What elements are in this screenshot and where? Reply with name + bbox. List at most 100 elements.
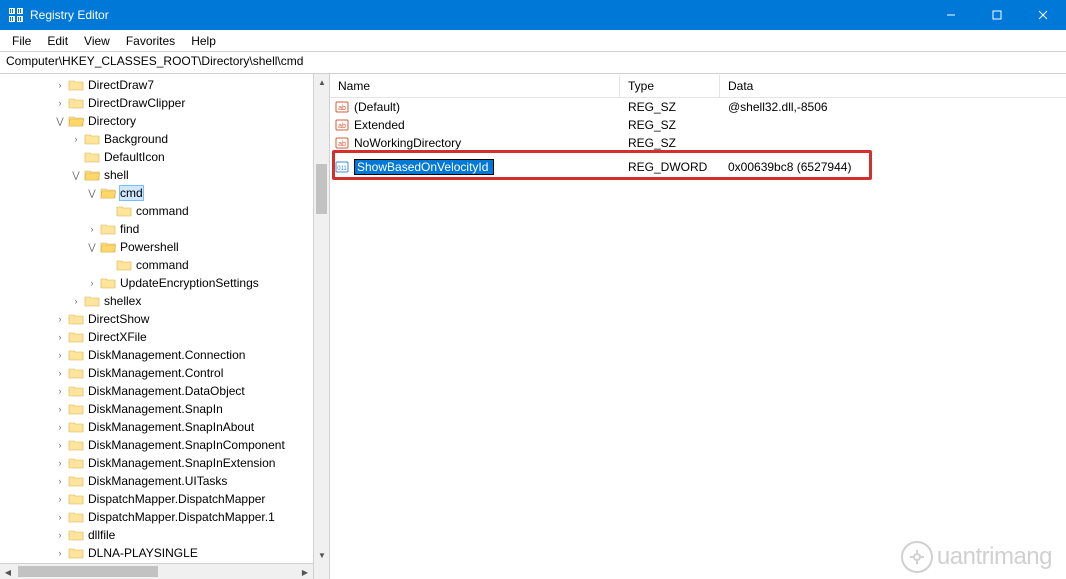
value-name-edit[interactable] xyxy=(354,159,494,175)
menu-help[interactable]: Help xyxy=(183,32,224,50)
tree-item[interactable]: › DispatchMapper.DispatchMapper.1 xyxy=(0,508,329,526)
tree-item[interactable]: › DirectXFile xyxy=(0,328,329,346)
tree-item[interactable]: ⋁ cmd xyxy=(0,184,329,202)
tree-item[interactable]: › DiskManagement.Control xyxy=(0,364,329,382)
chevron-right-icon[interactable]: › xyxy=(54,422,66,432)
tree-item[interactable]: › UpdateEncryptionSettings xyxy=(0,274,329,292)
tree-item[interactable]: DefaultIcon xyxy=(0,148,329,166)
tree-item[interactable]: ⋁ Directory xyxy=(0,112,329,130)
scroll-up-button[interactable]: ▲ xyxy=(314,74,330,90)
folder-icon xyxy=(100,240,116,254)
value-row[interactable]: ab NoWorkingDirectoryREG_SZ xyxy=(330,134,1066,152)
tree-scrollbar[interactable]: ▲ ▼ xyxy=(313,74,329,579)
column-name[interactable]: Name xyxy=(330,75,620,97)
tree-item[interactable]: › DLNA-PLAYSINGLE xyxy=(0,544,329,562)
titlebar: Registry Editor xyxy=(0,0,1066,30)
folder-icon xyxy=(68,474,84,488)
tree-item[interactable]: command xyxy=(0,202,329,220)
tree-item[interactable]: › DiskManagement.SnapInComponent xyxy=(0,436,329,454)
chevron-right-icon[interactable]: › xyxy=(54,80,66,90)
maximize-button[interactable] xyxy=(974,0,1020,30)
scroll-right-button[interactable]: ▶ xyxy=(297,564,313,579)
tree-item[interactable]: › shellex xyxy=(0,292,329,310)
string-icon: ab xyxy=(334,135,350,151)
chevron-right-icon[interactable]: › xyxy=(70,134,82,144)
app-icon xyxy=(8,7,24,23)
close-button[interactable] xyxy=(1020,0,1066,30)
chevron-right-icon[interactable]: › xyxy=(54,476,66,486)
tree-item[interactable]: ⋁ Powershell xyxy=(0,238,329,256)
tree-item[interactable]: › DiskManagement.SnapIn xyxy=(0,400,329,418)
chevron-right-icon[interactable]: › xyxy=(54,314,66,324)
folder-icon xyxy=(68,384,84,398)
tree-label: DiskManagement.SnapInComponent xyxy=(88,438,285,452)
value-name: NoWorkingDirectory xyxy=(354,136,461,150)
minimize-button[interactable] xyxy=(928,0,974,30)
chevron-right-icon[interactable]: › xyxy=(86,224,98,234)
scroll-thumb[interactable] xyxy=(316,164,327,214)
tree-label: find xyxy=(120,222,139,236)
tree-item[interactable]: › find xyxy=(0,220,329,238)
tree-item[interactable]: › Background xyxy=(0,130,329,148)
scroll-left-button[interactable]: ◀ xyxy=(0,564,16,579)
value-row[interactable]: ab (Default)REG_SZ@shell32.dll,-8506 xyxy=(330,98,1066,116)
address-bar[interactable]: Computer\HKEY_CLASSES_ROOT\Directory\she… xyxy=(0,52,1066,74)
folder-icon xyxy=(68,510,84,524)
chevron-down-icon[interactable]: ⋁ xyxy=(70,170,82,181)
chevron-down-icon[interactable]: ⋁ xyxy=(86,188,98,199)
chevron-right-icon[interactable]: › xyxy=(54,548,66,558)
folder-icon xyxy=(68,312,84,326)
tree-item[interactable]: ⋁ shell xyxy=(0,166,329,184)
chevron-right-icon[interactable]: › xyxy=(70,296,82,306)
chevron-right-icon[interactable]: › xyxy=(86,278,98,288)
folder-icon xyxy=(84,294,100,308)
tree-item[interactable]: › DiskManagement.UITasks xyxy=(0,472,329,490)
value-data: 0x00639bc8 (6527944) xyxy=(720,160,1066,174)
value-row[interactable]: 011 REG_DWORD0x00639bc8 (6527944) xyxy=(330,158,1066,176)
chevron-right-icon[interactable]: › xyxy=(54,368,66,378)
tree-item[interactable]: command xyxy=(0,256,329,274)
menu-view[interactable]: View xyxy=(76,32,118,50)
folder-icon xyxy=(84,132,100,146)
tree-item[interactable]: › DiskManagement.SnapInAbout xyxy=(0,418,329,436)
value-row[interactable]: ab ExtendedREG_SZ xyxy=(330,116,1066,134)
chevron-down-icon[interactable]: ⋁ xyxy=(86,242,98,253)
list-body[interactable]: ab (Default)REG_SZ@shell32.dll,-8506 ab … xyxy=(330,98,1066,579)
tree-item[interactable]: › DiskManagement.DataObject xyxy=(0,382,329,400)
chevron-down-icon[interactable]: ⋁ xyxy=(54,116,66,127)
tree-item[interactable]: › dllfile xyxy=(0,526,329,544)
tree-item[interactable]: › DiskManagement.Connection xyxy=(0,346,329,364)
tree-item[interactable]: › DispatchMapper.DispatchMapper xyxy=(0,490,329,508)
folder-icon xyxy=(68,528,84,542)
chevron-right-icon[interactable]: › xyxy=(54,98,66,108)
menu-edit[interactable]: Edit xyxy=(39,32,76,50)
tree-item[interactable]: › DirectDraw7 xyxy=(0,76,329,94)
chevron-right-icon[interactable]: › xyxy=(54,440,66,450)
tree-item[interactable]: › DirectDrawClipper xyxy=(0,94,329,112)
menu-favorites[interactable]: Favorites xyxy=(118,32,183,50)
chevron-right-icon[interactable]: › xyxy=(54,350,66,360)
folder-icon xyxy=(100,276,116,290)
scroll-down-button[interactable]: ▼ xyxy=(314,547,330,563)
chevron-right-icon[interactable]: › xyxy=(54,458,66,468)
chevron-right-icon[interactable]: › xyxy=(54,386,66,396)
scroll-thumb-h[interactable] xyxy=(18,566,158,577)
tree-label: DiskManagement.UITasks xyxy=(88,474,227,488)
chevron-right-icon[interactable]: › xyxy=(54,512,66,522)
chevron-right-icon[interactable]: › xyxy=(54,530,66,540)
menu-file[interactable]: File xyxy=(4,32,39,50)
tree-scrollbar-h[interactable]: ◀ ▶ xyxy=(0,563,313,579)
tree-item[interactable]: › DirectShow xyxy=(0,310,329,328)
folder-icon xyxy=(68,456,84,470)
chevron-right-icon[interactable]: › xyxy=(54,404,66,414)
folder-icon xyxy=(116,204,132,218)
tree-panel[interactable]: › DirectDraw7› DirectDrawClipper⋁ Direct… xyxy=(0,74,330,579)
column-data[interactable]: Data xyxy=(720,75,1066,97)
chevron-right-icon[interactable]: › xyxy=(54,494,66,504)
chevron-right-icon[interactable]: › xyxy=(54,332,66,342)
tree-label: DirectShow xyxy=(88,312,149,326)
string-icon: ab xyxy=(334,99,350,115)
column-type[interactable]: Type xyxy=(620,75,720,97)
tree-item[interactable]: › DiskManagement.SnapInExtension xyxy=(0,454,329,472)
tree-label: shell xyxy=(104,168,129,182)
